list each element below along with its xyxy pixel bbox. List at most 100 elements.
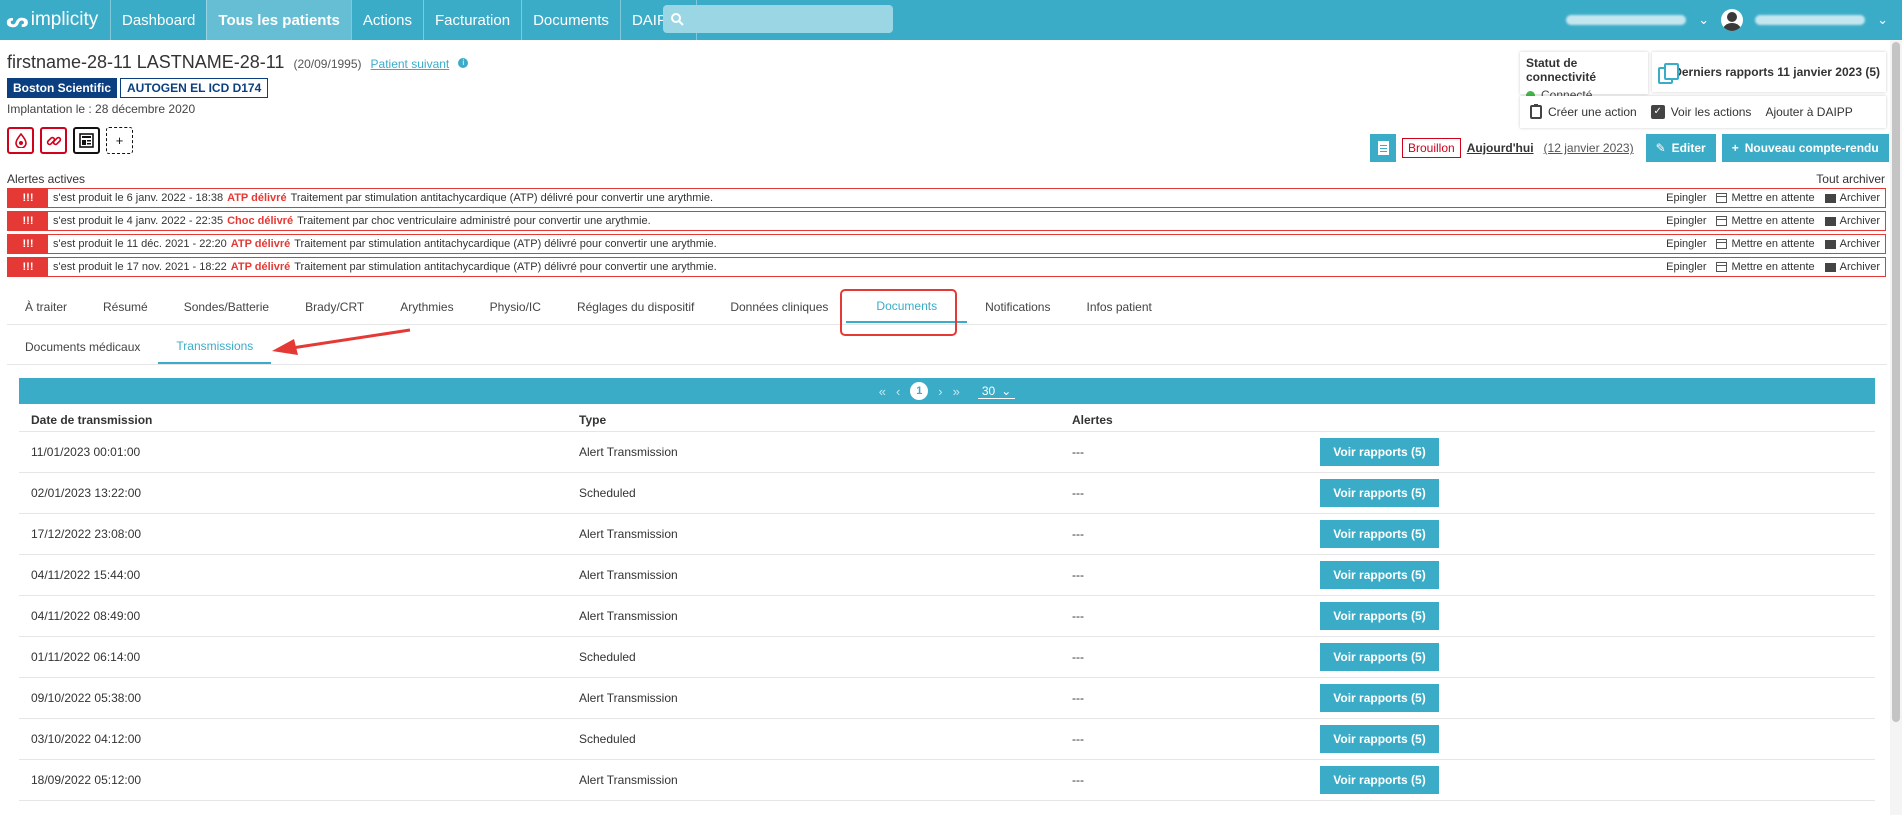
user-name-redacted[interactable]: [1755, 15, 1866, 25]
next-patient-link[interactable]: Patient suivant: [371, 57, 450, 71]
pin-button[interactable]: Epingler: [1666, 261, 1706, 273]
logo-icon: ᔕ: [6, 9, 29, 32]
alert-when: s'est produit le 6 janv. 2022 - 18:38: [53, 192, 224, 204]
chevron-down-icon[interactable]: ⌄: [1877, 12, 1888, 28]
first-page-icon[interactable]: «: [879, 384, 886, 399]
cell-actions: Voir rapports (5): [1308, 725, 1875, 753]
connectivity-title: Statut de connectivité: [1526, 56, 1597, 84]
view-reports-button[interactable]: Voir rapports (5): [1320, 520, 1439, 548]
tab-to-process[interactable]: À traiter: [7, 291, 85, 323]
latest-reports[interactable]: Derniers rapports 11 janvier 2023 (5): [1652, 52, 1886, 92]
archive-button[interactable]: Archiver: [1824, 238, 1880, 250]
view-reports-button[interactable]: Voir rapports (5): [1320, 602, 1439, 630]
alert-row: !!! s'est produit le 17 nov. 2021 - 18:2…: [7, 257, 1886, 277]
prev-page-icon[interactable]: ‹: [896, 384, 900, 399]
nav-actions[interactable]: Actions: [350, 0, 423, 40]
nav-all-patients[interactable]: Tous les patients: [206, 0, 351, 40]
view-reports-button[interactable]: Voir rapports (5): [1320, 725, 1439, 753]
blood-drop-icon[interactable]: [7, 127, 34, 154]
tab-physio-ic[interactable]: Physio/IC: [472, 291, 559, 323]
view-reports-button[interactable]: Voir rapports (5): [1320, 684, 1439, 712]
search-input[interactable]: [690, 11, 880, 27]
chevron-down-icon[interactable]: ⌄: [1698, 12, 1709, 28]
nav-documents[interactable]: Documents: [521, 0, 620, 40]
tab-patient-info[interactable]: Infos patient: [1068, 291, 1169, 323]
new-report-button[interactable]: + Nouveau compte-rendu: [1721, 134, 1889, 162]
tab-leads-battery[interactable]: Sondes/Batterie: [166, 291, 287, 323]
pin-button[interactable]: Epingler: [1666, 238, 1706, 250]
create-action-button[interactable]: Créer une action: [1530, 104, 1637, 119]
calendar-icon: [1716, 239, 1728, 249]
patient-dob: (20/09/1995): [293, 57, 362, 71]
tab-documents[interactable]: Documents: [846, 291, 968, 323]
archive-button[interactable]: Archiver: [1824, 192, 1880, 204]
cell-date: 09/10/2022 05:38:00: [31, 691, 142, 705]
calendar-icon: [1716, 216, 1728, 226]
cell-alerts: ---: [1072, 773, 1084, 787]
view-reports-button[interactable]: Voir rapports (5): [1320, 561, 1439, 589]
per-page-select[interactable]: 30 ⌄: [977, 384, 1016, 399]
view-reports-button[interactable]: Voir rapports (5): [1320, 479, 1439, 507]
view-reports-button[interactable]: Voir rapports (5): [1320, 766, 1439, 794]
link-icon[interactable]: [40, 127, 67, 154]
add-to-daipp-button[interactable]: Ajouter à DAIPP: [1765, 105, 1852, 119]
pin-button[interactable]: Epingler: [1666, 215, 1706, 227]
page-scrollbar[interactable]: [1890, 40, 1902, 815]
latest-reports-label: Derniers rapports 11 janvier 2023 (5): [1673, 65, 1880, 79]
wait-button[interactable]: Mettre en attente: [1716, 192, 1815, 204]
report-bar: Brouillon Aujourd'hui (12 janvier 2023) …: [1370, 134, 1889, 162]
tab-brady-crt[interactable]: Brady/CRT: [287, 291, 382, 323]
archive-icon: [1824, 216, 1836, 226]
pin-button[interactable]: Epingler: [1666, 192, 1706, 204]
archive-button[interactable]: Archiver: [1824, 261, 1880, 273]
tab-notifications[interactable]: Notifications: [967, 291, 1068, 323]
connectivity-status: Statut de connectivité Connecté: [1520, 52, 1648, 102]
info-icon[interactable]: i: [458, 58, 469, 69]
archive-label: Archiver: [1839, 192, 1880, 204]
table-row: 02/01/2023 13:22:00 Scheduled --- Voir r…: [19, 473, 1875, 514]
today-link[interactable]: Aujourd'hui: [1467, 141, 1534, 155]
avatar[interactable]: [1721, 9, 1744, 31]
last-page-icon[interactable]: »: [953, 384, 960, 399]
nav-dashboard[interactable]: Dashboard: [110, 0, 206, 40]
view-actions-button[interactable]: ✓ Voir les actions: [1650, 105, 1751, 119]
wait-button[interactable]: Mettre en attente: [1716, 238, 1815, 250]
cell-alerts: ---: [1072, 568, 1084, 582]
scrollbar-thumb[interactable]: [1892, 42, 1900, 722]
documents-subtabs: Documents médicaux Transmissions: [7, 330, 272, 364]
cell-alerts: ---: [1072, 732, 1084, 746]
wait-button[interactable]: Mettre en attente: [1716, 261, 1815, 273]
add-icon[interactable]: +: [106, 127, 133, 154]
nav-billing[interactable]: Facturation: [423, 0, 521, 40]
subtab-transmissions[interactable]: Transmissions: [158, 330, 272, 364]
edit-button[interactable]: ✎ Editer: [1645, 134, 1716, 162]
alert-actions: Epingler Mettre en attente Archiver: [1666, 192, 1885, 204]
tab-arrhythmias[interactable]: Arythmies: [382, 291, 471, 323]
report-date-link[interactable]: (12 janvier 2023): [1544, 141, 1634, 155]
archive-button[interactable]: Archiver: [1824, 215, 1880, 227]
next-page-icon[interactable]: ›: [938, 384, 942, 399]
cell-type: Alert Transmission: [579, 773, 678, 787]
tab-clinical-data[interactable]: Données cliniques: [712, 291, 846, 323]
document-button[interactable]: [1370, 134, 1396, 162]
transmissions-table: 11/01/2023 00:01:00 Alert Transmission -…: [19, 432, 1875, 801]
tab-summary[interactable]: Résumé: [85, 291, 166, 323]
form-icon[interactable]: [73, 127, 100, 154]
view-reports-button[interactable]: Voir rapports (5): [1320, 643, 1439, 671]
current-page[interactable]: 1: [910, 382, 929, 400]
subtab-medical-documents[interactable]: Documents médicaux: [7, 330, 158, 364]
create-action-label: Créer une action: [1548, 105, 1637, 119]
alert-when: s'est produit le 4 janv. 2022 - 22:35: [53, 215, 224, 227]
wait-button[interactable]: Mettre en attente: [1716, 215, 1815, 227]
cell-date: 17/12/2022 23:08:00: [31, 527, 142, 541]
document-icon: [1377, 141, 1389, 155]
cell-actions: Voir rapports (5): [1308, 438, 1875, 466]
center-selector-redacted[interactable]: [1566, 15, 1687, 25]
top-right-controls: ⌄ ⌄: [1566, 0, 1888, 40]
archive-all-link[interactable]: Tout archiver: [1816, 172, 1885, 186]
tab-device-settings[interactable]: Réglages du dispositif: [559, 291, 712, 323]
archive-label: Archiver: [1839, 261, 1880, 273]
app-logo[interactable]: ᔕ implicity: [0, 0, 110, 40]
view-reports-button[interactable]: Voir rapports (5): [1320, 438, 1439, 466]
search-box[interactable]: [663, 5, 893, 33]
